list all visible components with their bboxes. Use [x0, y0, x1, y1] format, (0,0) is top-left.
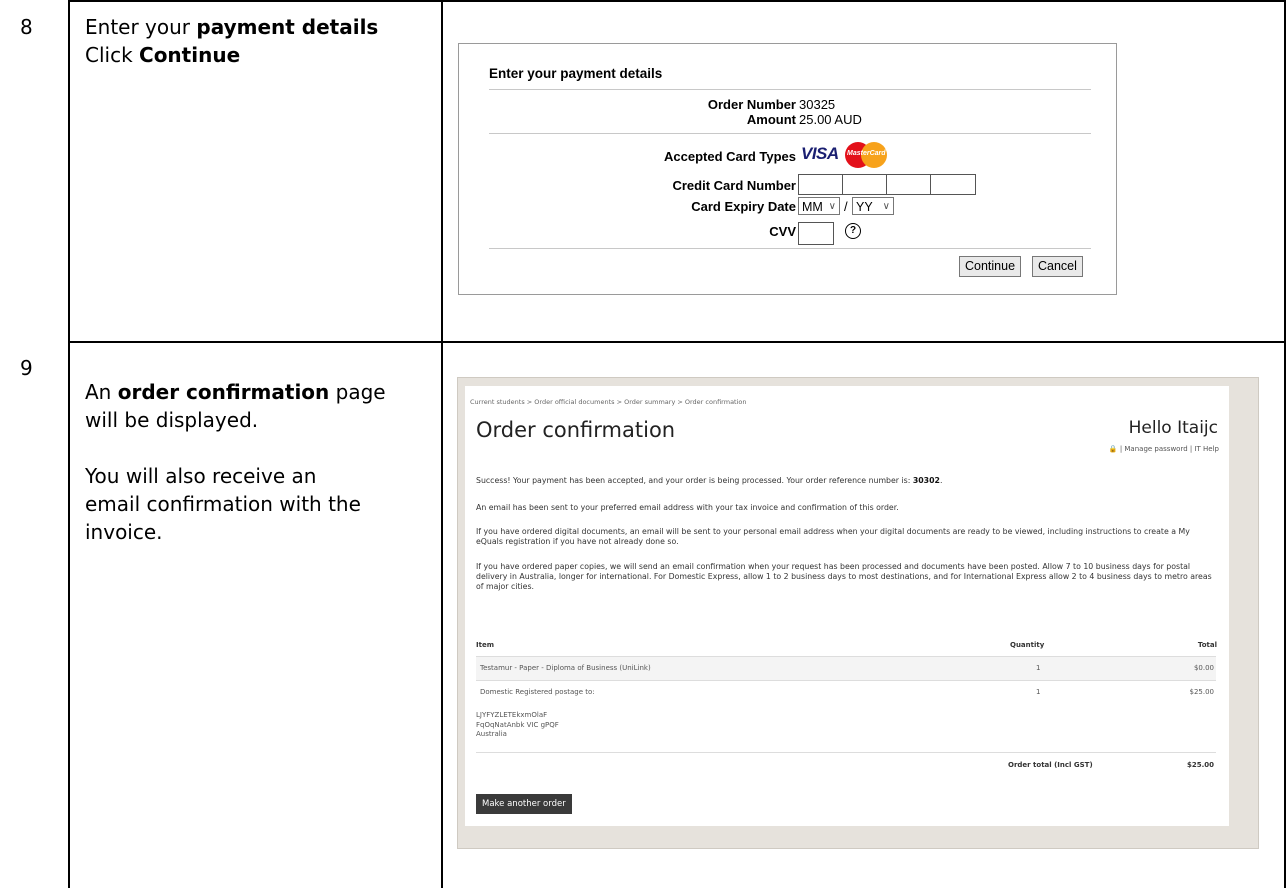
instruction-bold: order confirmation [117, 380, 330, 404]
user-links[interactable]: 🔒 | Manage password | IT Help [1109, 445, 1219, 453]
expiry-year-value: YY [856, 200, 873, 214]
payment-details-screenshot: Enter your payment details Order Number … [458, 43, 1117, 295]
table-total-row: Order total (Incl GST) $25.00 [476, 752, 1216, 773]
item-quantity: 1 [1036, 688, 1041, 696]
instruction-text: will be displayed. [85, 408, 259, 432]
order-confirmation-screenshot: Current students > Order official docume… [457, 377, 1259, 849]
instruction-text: email confirmation with the [85, 492, 361, 516]
instruction-text: Click [85, 43, 140, 67]
order-number-value: 30325 [799, 97, 836, 112]
table-row: Domestic Registered postage to: 1 $25.00 [476, 680, 1216, 704]
instruction-bold: Continue [139, 43, 241, 67]
divider [489, 89, 1091, 90]
instruction-text: Enter your [85, 15, 197, 39]
divider [489, 248, 1091, 249]
email-message: An email has been sent to your preferred… [476, 503, 899, 512]
lock-icon: 🔒 [1108, 445, 1118, 453]
expiry-label: Card Expiry Date [691, 199, 796, 214]
table-border-right [1284, 0, 1286, 888]
column-header-total: Total [1197, 641, 1217, 649]
chevron-down-icon: ∨ [828, 201, 836, 212]
table-column-divider [441, 0, 443, 888]
expiry-year-select[interactable]: YY ∨ [852, 197, 894, 215]
item-total: $25.00 [1189, 688, 1215, 696]
mastercard-text: MasterCard [847, 150, 886, 157]
success-text: Success! Your payment has been accepted,… [476, 476, 913, 485]
address-line: Australia [476, 730, 507, 738]
card-number-field-3[interactable] [886, 174, 932, 195]
cvv-field[interactable] [798, 222, 834, 245]
chevron-down-icon: ∨ [882, 201, 890, 212]
user-greeting: Hello Itaijc [1128, 418, 1218, 438]
confirmation-page: Current students > Order official docume… [465, 386, 1229, 826]
visa-logo: VISA [801, 144, 839, 163]
page-title: Order confirmation [476, 418, 676, 442]
step-9-instruction: An order confirmation page will be displ… [85, 378, 435, 546]
address-line: FqOqNatAnbk VIC gPQF [476, 720, 559, 729]
column-header-quantity: Quantity [1010, 641, 1045, 649]
digital-message: If you have ordered digital documents, a… [476, 527, 1190, 546]
table-row-divider [68, 341, 1286, 343]
expiry-separator: / [844, 199, 848, 214]
breadcrumb[interactable]: Current students > Order official docume… [470, 398, 747, 406]
table-border-top [68, 0, 1286, 2]
step-number: 9 [20, 356, 33, 380]
item-quantity: 1 [1036, 664, 1041, 672]
help-question-icon[interactable]: ? [845, 223, 861, 239]
address-line: LJYFYZLETEkxmOlaF [476, 711, 548, 719]
payment-title: Enter your payment details [489, 66, 663, 81]
instruction-text: page [329, 380, 386, 404]
paper-message: If you have ordered paper copies, we wil… [476, 562, 1212, 591]
user-links-text[interactable]: | Manage password | IT Help [1120, 445, 1219, 453]
item-name: Domestic Registered postage to: [480, 688, 595, 696]
table-row: Testamur - Paper - Diploma of Business (… [476, 656, 1216, 680]
item-name: Testamur - Paper - Diploma of Business (… [480, 664, 651, 672]
expiry-month-value: MM [802, 200, 823, 214]
card-number-field-2[interactable] [842, 174, 888, 195]
expiry-month-select[interactable]: MM ∨ [798, 197, 840, 215]
postal-address: LJYFYZLETEkxmOlaF FqOqNatAnbk VIC gPQF A… [476, 711, 559, 740]
card-number-field-4[interactable] [930, 174, 976, 195]
instruction-text: invoice. [85, 520, 163, 544]
cvv-label: CVV [769, 224, 796, 239]
instruction-text: You will also receive an [85, 464, 317, 488]
continue-button[interactable]: Continue [959, 256, 1022, 277]
card-number-label: Credit Card Number [672, 178, 796, 193]
amount-label: Amount [746, 112, 796, 127]
card-types-label: Accepted Card Types [664, 149, 796, 164]
cancel-button[interactable]: Cancel [1032, 256, 1083, 277]
step-8-instruction: Enter your payment details Click Continu… [85, 13, 435, 69]
card-number-field-1[interactable] [798, 174, 844, 195]
table-border-left [68, 0, 70, 888]
success-message: Success! Your payment has been accepted,… [476, 476, 943, 485]
column-header-item: Item [476, 641, 494, 649]
item-total: $0.00 [1193, 664, 1214, 672]
instruction-text: An [85, 380, 118, 404]
order-reference: 30302 [912, 476, 940, 485]
instruction-bold: payment details [196, 15, 379, 39]
mastercard-logo: MasterCard [845, 142, 889, 168]
order-total-value: $25.00 [1186, 761, 1214, 769]
order-total-label: Order total (Incl GST) [1008, 761, 1093, 769]
amount-value: 25.00 AUD [799, 112, 862, 127]
order-number-label: Order Number [707, 97, 796, 112]
divider [489, 133, 1091, 134]
step-number: 8 [20, 15, 33, 39]
make-another-order-button[interactable]: Make another order [476, 794, 572, 814]
